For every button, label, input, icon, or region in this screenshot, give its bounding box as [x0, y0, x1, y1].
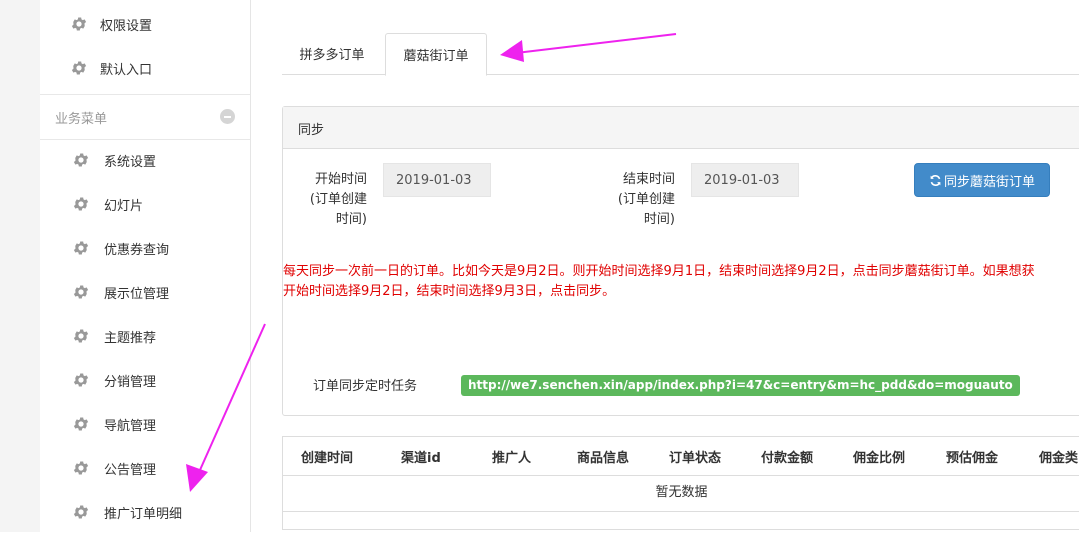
empty-state: 暂无数据 — [283, 475, 1079, 512]
sidebar-item-navigation[interactable]: 导航管理 — [40, 402, 250, 446]
orders-table: 创建时间 渠道id 推广人 商品信息 订单状态 付款金额 佣金比例 预估佣金 佣… — [282, 436, 1079, 530]
table-header: 创建时间 渠道id 推广人 商品信息 订单状态 付款金额 佣金比例 预估佣金 佣… — [283, 437, 1079, 476]
cron-task-label: 订单同步定时任务 — [313, 379, 418, 394]
gear-icon — [73, 417, 89, 431]
column-header: 创建时间 — [301, 451, 354, 466]
section-title-label: 业务菜单 — [55, 112, 108, 127]
column-header: 渠道id — [401, 451, 441, 466]
sync-mogujie-orders-button[interactable]: 同步蘑菇街订单 — [914, 163, 1050, 197]
sidebar-item-permission-settings[interactable]: 权限设置 — [40, 2, 250, 46]
gear-icon — [73, 241, 89, 255]
start-date-input[interactable]: 2019-01-03 — [383, 163, 491, 197]
sidebar-section-business-menu[interactable]: 业务菜单 — [40, 94, 250, 140]
sidebar-item-label: 默认入口 — [100, 62, 153, 78]
tab-mogujie-orders[interactable]: 蘑菇街订单 — [385, 33, 487, 76]
column-header: 付款金额 — [761, 451, 814, 466]
panel-header: 同步 — [283, 107, 1079, 149]
sidebar-item-promo-order-details[interactable]: 推广订单明细 — [40, 490, 250, 534]
sync-button-label: 同步蘑菇街订单 — [943, 174, 1035, 190]
column-header: 佣金比例 — [853, 451, 906, 466]
gear-icon — [71, 61, 87, 75]
gear-icon — [73, 329, 89, 343]
column-header: 订单状态 — [669, 451, 722, 466]
sidebar: 权限设置 默认入口 业务菜单 系统设置 幻灯片 优惠券查询 展示位管理 主题推荐… — [40, 0, 251, 532]
panel-title: 同步 — [298, 123, 325, 138]
sidebar-item-label: 分销管理 — [104, 374, 157, 390]
column-header: 推广人 — [492, 451, 532, 466]
sidebar-item-label: 展示位管理 — [104, 286, 170, 302]
gear-icon — [73, 505, 89, 519]
gear-icon — [73, 153, 89, 167]
tab-pinduoduo-orders[interactable]: 拼多多订单 — [282, 33, 382, 73]
order-tabs: 拼多多订单 蘑菇街订单 — [282, 33, 1079, 76]
sync-panel: 同步 开始时间 (订单创建 时间) 2019-01-03 结束时间 (订单创建 … — [282, 106, 1079, 416]
sidebar-item-label: 公告管理 — [104, 462, 157, 478]
column-header: 预估佣金 — [946, 451, 999, 466]
gear-icon — [73, 285, 89, 299]
column-header: 商品信息 — [577, 451, 630, 466]
cron-task-url-badge: http://we7.senchen.xin/app/index.php?i=4… — [461, 375, 1020, 396]
left-gutter — [0, 0, 40, 532]
gear-icon — [73, 373, 89, 387]
sidebar-item-theme-recommend[interactable]: 主题推荐 — [40, 314, 250, 358]
sidebar-item-label: 主题推荐 — [104, 330, 157, 346]
gear-icon — [73, 461, 89, 475]
sidebar-item-label: 权限设置 — [100, 18, 153, 34]
end-date-input[interactable]: 2019-01-03 — [691, 163, 799, 197]
sidebar-item-announcements[interactable]: 公告管理 — [40, 446, 250, 490]
start-time-label: 开始时间 (订单创建 时间) — [309, 172, 367, 227]
collapse-icon[interactable] — [220, 109, 235, 124]
gear-icon — [73, 197, 89, 211]
sync-notice: 每天同步一次前一日的订单。比如今天是9月2日。则开始时间选择9月1日，结束时间选… — [283, 264, 1035, 299]
sidebar-item-label: 导航管理 — [104, 418, 157, 434]
sidebar-item-label: 系统设置 — [104, 154, 157, 170]
sidebar-item-default-entry[interactable]: 默认入口 — [40, 46, 250, 90]
sidebar-item-system-settings[interactable]: 系统设置 — [40, 138, 250, 182]
gear-icon — [71, 17, 87, 31]
column-header: 佣金类 — [1039, 451, 1079, 466]
refresh-icon — [930, 174, 941, 186]
sidebar-item-slideshow[interactable]: 幻灯片 — [40, 182, 250, 226]
sidebar-item-label: 推广订单明细 — [104, 506, 183, 522]
sidebar-item-label: 优惠券查询 — [104, 242, 170, 258]
sidebar-item-display-position[interactable]: 展示位管理 — [40, 270, 250, 314]
sidebar-item-distribution[interactable]: 分销管理 — [40, 358, 250, 402]
sidebar-item-label: 幻灯片 — [104, 198, 144, 214]
end-time-label: 结束时间 (订单创建 时间) — [617, 172, 675, 227]
sidebar-item-coupon-query[interactable]: 优惠券查询 — [40, 226, 250, 270]
